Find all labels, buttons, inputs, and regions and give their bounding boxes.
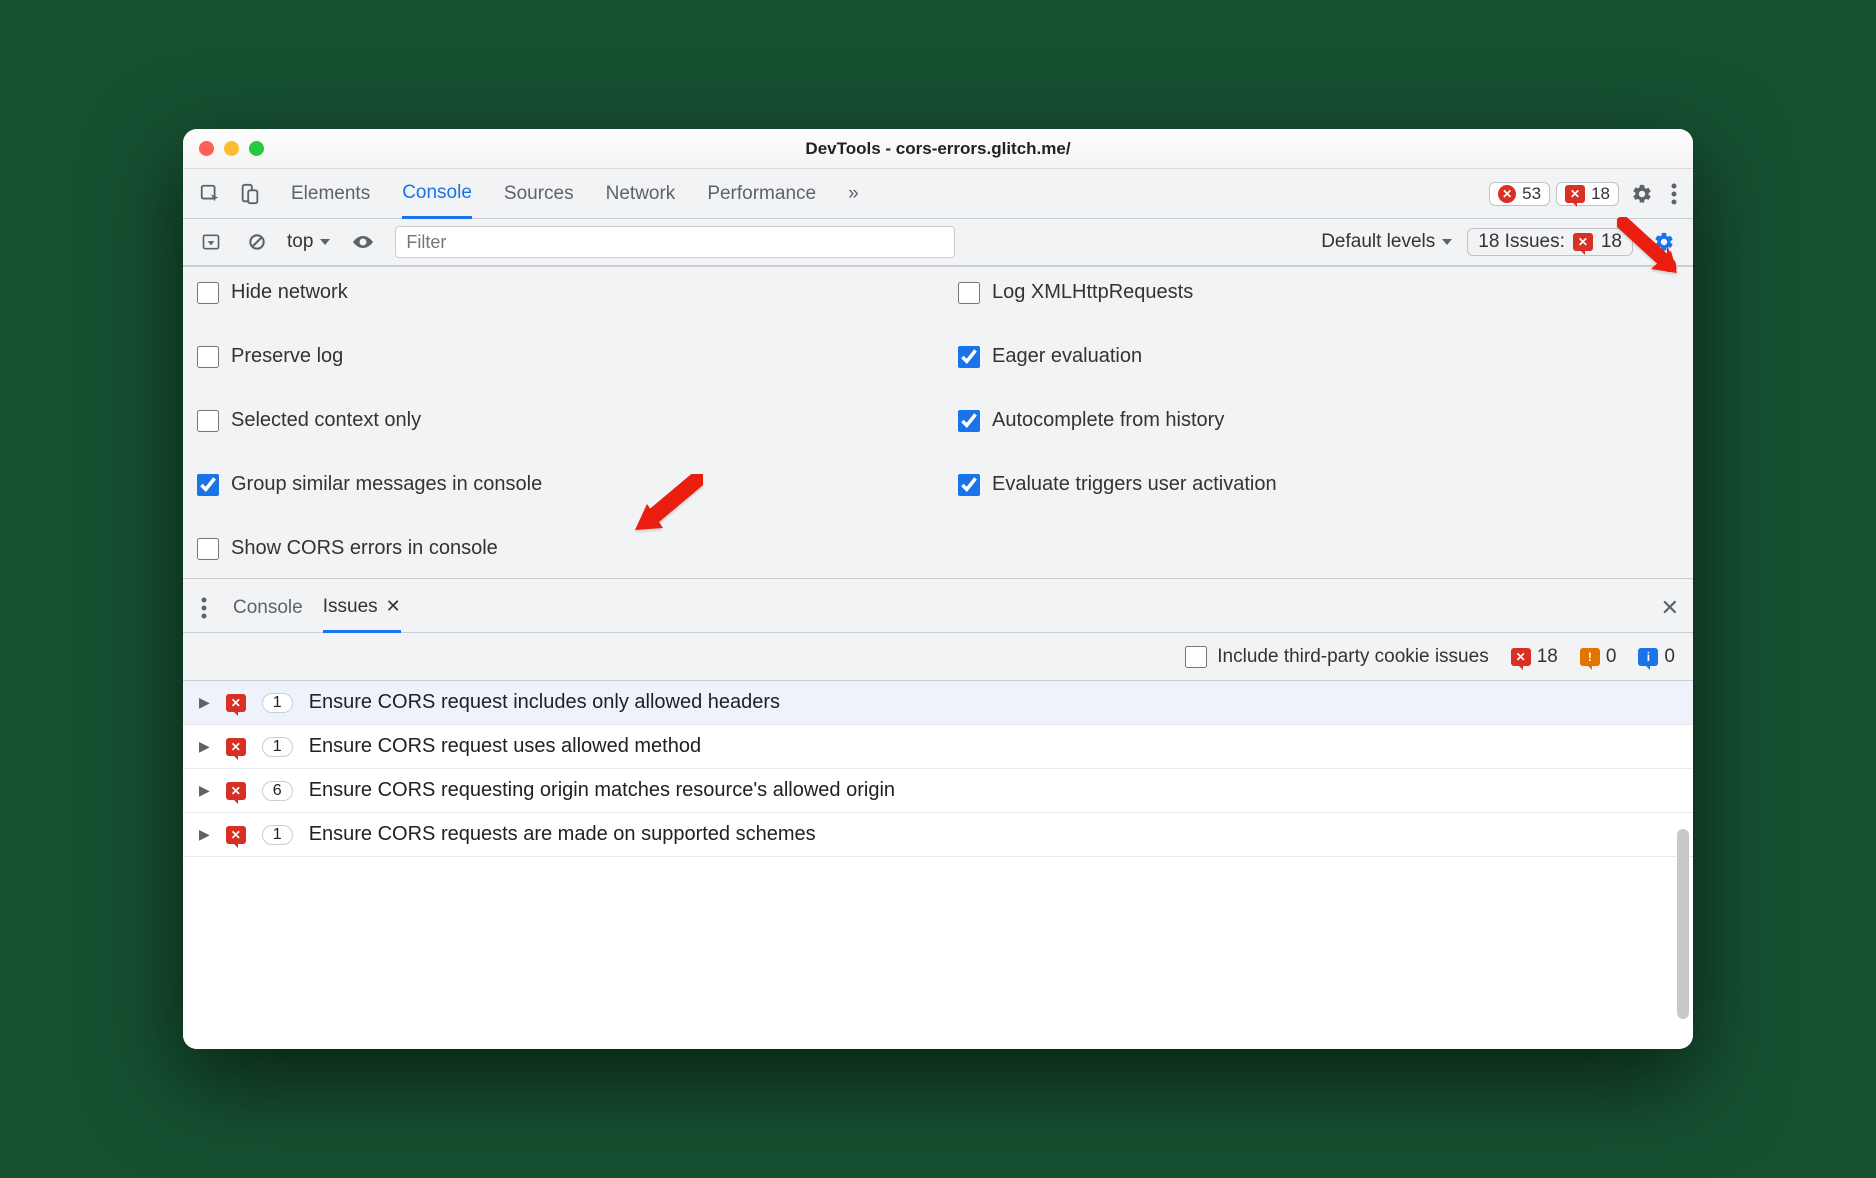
setting-log-xhr[interactable]: Log XMLHttpRequests	[958, 281, 1679, 304]
message-icon: ✕	[226, 694, 246, 712]
message-icon: ✕	[226, 826, 246, 844]
issue-title: Ensure CORS request includes only allowe…	[309, 691, 780, 714]
expand-icon[interactable]: ▶	[199, 826, 210, 843]
setting-eager-eval[interactable]: Eager evaluation	[958, 345, 1679, 368]
issue-count-orange: ! 0	[1580, 646, 1617, 668]
annotation-arrow-cors-setting	[633, 474, 703, 536]
dropdown-icon	[319, 236, 331, 248]
error-count-pill[interactable]: ✕ 53	[1489, 182, 1550, 206]
setting-eval-user-activation[interactable]: Evaluate triggers user activation	[958, 473, 1679, 496]
info-message-icon: i	[1638, 648, 1658, 666]
main-tabs: Elements Console Sources Network Perform…	[291, 169, 859, 218]
setting-hide-network[interactable]: Hide network	[197, 281, 918, 304]
issue-title: Ensure CORS request uses allowed method	[309, 735, 701, 758]
issues-toolbar: Include third-party cookie issues ✕ 18 !…	[183, 633, 1693, 681]
message-count: 18	[1591, 184, 1610, 204]
issues-label: 18 Issues:	[1478, 231, 1565, 253]
expand-icon[interactable]: ▶	[199, 782, 210, 799]
issue-row[interactable]: ▶ ✕ 6 Ensure CORS requesting origin matc…	[183, 769, 1693, 813]
setting-selected-context-only[interactable]: Selected context only	[197, 409, 918, 432]
inspect-element-icon[interactable]	[193, 179, 227, 209]
dropdown-icon	[1441, 236, 1453, 248]
console-toolbar: top Default levels 18 Issues: ✕ 18	[183, 219, 1693, 267]
issue-title: Ensure CORS requests are made on support…	[309, 823, 816, 846]
setting-group-similar[interactable]: Group similar messages in console	[197, 473, 918, 496]
issues-pill[interactable]: 18 Issues: ✕ 18	[1467, 228, 1633, 256]
console-settings-panel: Hide network Preserve log Selected conte…	[183, 267, 1693, 579]
warning-message-icon: !	[1580, 648, 1600, 666]
titlebar: DevTools - cors-errors.glitch.me/	[183, 129, 1693, 169]
message-icon: ✕	[1565, 185, 1585, 203]
more-menu-icon[interactable]	[1665, 179, 1683, 209]
filter-input[interactable]	[395, 226, 955, 258]
issue-row[interactable]: ▶ ✕ 1 Ensure CORS requests are made on s…	[183, 813, 1693, 857]
issue-count-badge: 1	[262, 737, 293, 757]
context-selector[interactable]: top	[287, 231, 331, 253]
scrollbar[interactable]	[1677, 829, 1689, 1019]
sidebar-toggle-icon[interactable]	[195, 228, 227, 256]
drawer-tab-console[interactable]: Console	[233, 583, 303, 632]
main-tabbar: Elements Console Sources Network Perform…	[183, 169, 1693, 219]
settings-gear-icon[interactable]	[1625, 179, 1659, 209]
issue-count-red: ✕ 18	[1511, 646, 1558, 668]
issue-count-badge: 1	[262, 825, 293, 845]
drawer-tab-issues[interactable]: Issues ✕	[323, 584, 401, 633]
tab-performance[interactable]: Performance	[707, 169, 816, 218]
tab-console[interactable]: Console	[402, 169, 472, 219]
issue-count-blue: i 0	[1638, 646, 1675, 668]
context-label: top	[287, 231, 313, 253]
tab-elements[interactable]: Elements	[291, 169, 370, 218]
expand-icon[interactable]: ▶	[199, 738, 210, 755]
drawer-tabbar: Console Issues ✕ ✕	[183, 583, 1693, 633]
setting-autocomplete-history[interactable]: Autocomplete from history	[958, 409, 1679, 432]
drawer-more-icon[interactable]	[195, 593, 213, 623]
window-title: DevTools - cors-errors.glitch.me/	[183, 139, 1693, 159]
message-icon: ✕	[1511, 648, 1531, 666]
devtools-window: DevTools - cors-errors.glitch.me/ Elemen…	[183, 129, 1693, 1049]
tab-network[interactable]: Network	[606, 169, 676, 218]
issue-row[interactable]: ▶ ✕ 1 Ensure CORS request includes only …	[183, 681, 1693, 725]
setting-preserve-log[interactable]: Preserve log	[197, 345, 918, 368]
annotation-arrow-top-right	[1617, 217, 1681, 281]
live-expression-icon[interactable]	[345, 228, 381, 256]
tab-sources[interactable]: Sources	[504, 169, 574, 218]
expand-icon[interactable]: ▶	[199, 694, 210, 711]
device-toggle-icon[interactable]	[233, 179, 267, 209]
message-icon: ✕	[1573, 233, 1593, 251]
issue-count-badge: 1	[262, 693, 293, 713]
error-icon: ✕	[1498, 185, 1516, 203]
setting-show-cors-errors[interactable]: Show CORS errors in console	[197, 537, 918, 560]
include-third-party-checkbox[interactable]: Include third-party cookie issues	[1185, 646, 1488, 668]
issues-list: ▶ ✕ 1 Ensure CORS request includes only …	[183, 681, 1693, 1049]
tabs-overflow[interactable]: »	[848, 169, 859, 218]
close-tab-icon[interactable]: ✕	[386, 596, 401, 617]
close-drawer-icon[interactable]: ✕	[1661, 595, 1679, 621]
issue-count-badge: 6	[262, 781, 293, 801]
message-count-pill[interactable]: ✕ 18	[1556, 182, 1619, 206]
log-levels-label: Default levels	[1321, 231, 1435, 253]
message-icon: ✕	[226, 738, 246, 756]
message-icon: ✕	[226, 782, 246, 800]
issue-row[interactable]: ▶ ✕ 1 Ensure CORS request uses allowed m…	[183, 725, 1693, 769]
clear-console-icon[interactable]	[241, 228, 273, 256]
log-levels-selector[interactable]: Default levels	[1321, 231, 1453, 253]
error-count: 53	[1522, 184, 1541, 204]
issue-title: Ensure CORS requesting origin matches re…	[309, 779, 895, 802]
